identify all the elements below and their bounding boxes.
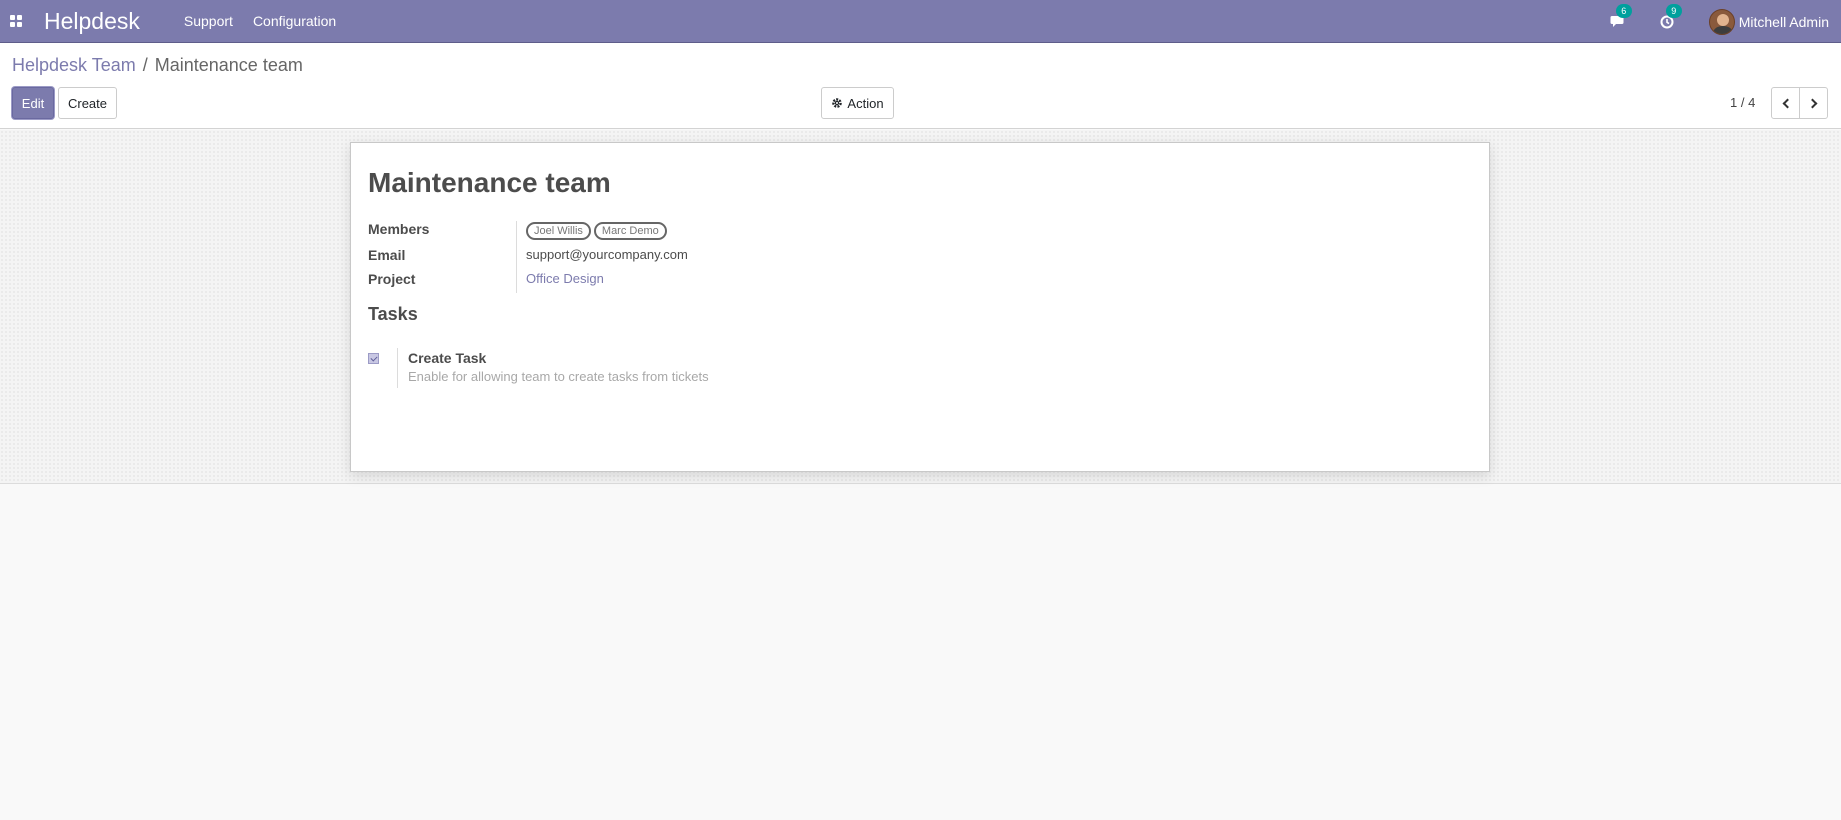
action-label: Action xyxy=(847,95,884,111)
tasks-section-title: Tasks xyxy=(368,304,418,324)
email-label: Email xyxy=(368,247,406,263)
activities-badge: 9 xyxy=(1665,3,1682,18)
top-menu: Support Configuration xyxy=(184,13,356,29)
apps-grid-icon xyxy=(10,15,22,27)
chevron-right-icon xyxy=(1807,98,1817,108)
project-link[interactable]: Office Design xyxy=(526,271,604,286)
member-tag[interactable]: Marc Demo xyxy=(593,222,667,240)
create-button[interactable]: Create xyxy=(58,87,117,119)
messages-button[interactable]: 6 xyxy=(1607,3,1632,32)
create-task-help: Enable for allowing team to create tasks… xyxy=(408,369,709,384)
breadcrumb: Helpdesk Team / Maintenance team xyxy=(12,55,303,76)
members-tags: Joel Willis Marc Demo xyxy=(526,222,670,240)
setting-divider xyxy=(397,348,398,388)
avatar xyxy=(1708,8,1735,35)
member-tag[interactable]: Joel Willis xyxy=(526,222,591,240)
create-task-checkbox[interactable] xyxy=(368,353,379,364)
breadcrumb-parent[interactable]: Helpdesk Team xyxy=(12,55,136,76)
action-button[interactable]: Action xyxy=(821,87,894,119)
main-navbar: Helpdesk Support Configuration 6 9 Mitch… xyxy=(0,0,1841,43)
breadcrumb-separator: / xyxy=(142,55,148,75)
breadcrumb-current: Maintenance team xyxy=(154,55,303,75)
menu-configuration[interactable]: Configuration xyxy=(253,13,336,29)
pager-value[interactable]: 1 / 4 xyxy=(1730,95,1755,110)
apps-menu-button[interactable] xyxy=(4,0,28,43)
chevron-left-icon xyxy=(1782,98,1792,108)
systray: 6 9 Mitchell Admin xyxy=(1607,0,1829,43)
form-sheet: Maintenance team Members Email Project J… xyxy=(350,142,1490,472)
gear-icon xyxy=(832,98,843,108)
activities-button[interactable]: 9 xyxy=(1657,3,1682,32)
menu-support[interactable]: Support xyxy=(184,13,233,29)
control-panel: Helpdesk Team / Maintenance team Edit Cr… xyxy=(0,43,1841,129)
app-title[interactable]: Helpdesk xyxy=(44,8,140,35)
members-label: Members xyxy=(368,221,430,237)
create-task-title: Create Task xyxy=(408,350,487,366)
field-divider xyxy=(516,221,517,293)
edit-button[interactable]: Edit xyxy=(12,87,54,119)
project-label: Project xyxy=(368,271,416,287)
user-name: Mitchell Admin xyxy=(1738,13,1829,30)
pager-previous-button[interactable] xyxy=(1771,87,1800,119)
messages-badge: 6 xyxy=(1615,3,1632,18)
user-menu[interactable]: Mitchell Admin xyxy=(1708,8,1829,35)
pager-next-button[interactable] xyxy=(1799,87,1828,119)
record-title: Maintenance team xyxy=(368,167,611,198)
email-value: support@yourcompany.com xyxy=(526,247,688,262)
